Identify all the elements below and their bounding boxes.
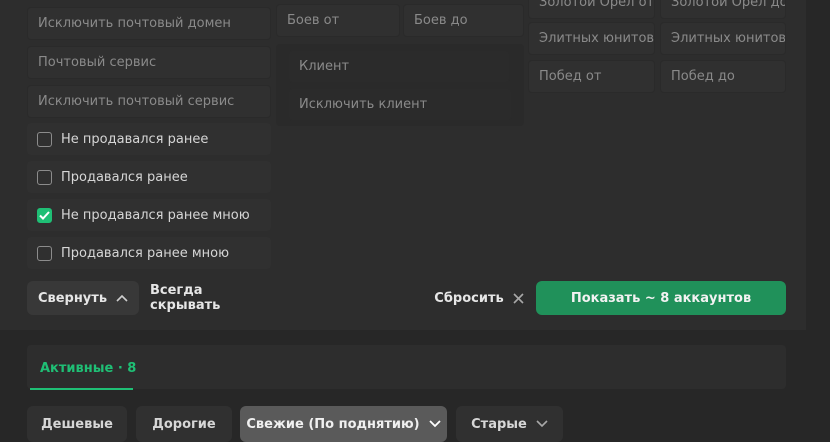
checkbox-empty-icon[interactable] [37, 245, 52, 261]
battles-from-placeholder: Боев от [287, 13, 340, 28]
close-icon [513, 292, 524, 304]
sort-expensive-button[interactable]: Дорогие [136, 406, 232, 442]
sort-expensive-label: Дорогие [152, 416, 216, 432]
exclude-mail-domain-placeholder: Исключить почтовый домен [38, 16, 231, 31]
golden-eagle-from-placeholder: Золотой Орел от [539, 0, 655, 10]
checkbox-empty-icon[interactable] [37, 131, 52, 147]
exclude-mail-service-placeholder: Исключить почтовый сервис [38, 94, 235, 109]
golden-eagle-to-placeholder: Золотой Орел до [671, 0, 786, 10]
tab-active[interactable]: Активные · 8 [40, 361, 136, 376]
chevron-down-icon [536, 420, 548, 428]
elite-units-to-input[interactable]: Элитных юнитов [660, 22, 786, 55]
checkbox-label: Не продавался ранее мною [61, 207, 250, 223]
golden-eagle-to-input[interactable]: Золотой Орел до [660, 0, 786, 19]
sort-cheap-label: Дешевые [41, 416, 113, 432]
checkbox-empty-icon[interactable] [37, 169, 52, 185]
always-hide-label: Всегда скрывать [150, 283, 221, 313]
chevron-down-icon [428, 420, 441, 428]
sort-fresh-button[interactable]: Свежие (По поднятию) [240, 406, 447, 442]
exclude-mail-domain-input[interactable]: Исключить почтовый домен [27, 7, 271, 40]
collapse-label: Свернуть [37, 290, 108, 306]
tab-active-label: Активные · 8 [40, 361, 137, 376]
mail-service-input[interactable]: Почтовый сервис [27, 46, 271, 79]
checkbox-label: Продавался ранее [61, 169, 188, 185]
sort-old-button[interactable]: Старые [456, 406, 563, 442]
mail-service-placeholder: Почтовый сервис [38, 55, 157, 70]
battles-to-placeholder: Боев до [414, 13, 468, 28]
filter-panel: Исключить почтовый домен Почтовый сервис… [0, 0, 806, 330]
sort-old-label: Старые [471, 416, 527, 432]
checkbox-sold-by-me[interactable]: Продавался ранее мною [27, 237, 271, 269]
sort-fresh-label: Свежие (По поднятию) [246, 416, 420, 432]
client-input[interactable]: Клиент [288, 50, 510, 83]
sort-cheap-button[interactable]: Дешевые [27, 406, 127, 442]
wins-from-input[interactable]: Побед от [528, 60, 655, 93]
exclude-client-input[interactable]: Исключить клиент [288, 88, 512, 121]
show-accounts-label: Показать ~ 8 аккаунтов [570, 290, 752, 306]
wins-to-placeholder: Побед до [671, 69, 735, 84]
checkbox-checked-icon[interactable] [37, 207, 52, 223]
show-accounts-button[interactable]: Показать ~ 8 аккаунтов [536, 281, 786, 315]
wins-to-input[interactable]: Побед до [660, 60, 786, 93]
wins-from-placeholder: Побед от [539, 69, 602, 84]
exclude-mail-service-input[interactable]: Исключить почтовый сервис [27, 85, 271, 118]
checkbox-label: Продавался ранее мною [61, 245, 230, 261]
elite-units-from-input[interactable]: Элитных юнитов [528, 22, 655, 55]
checkbox-sold-before[interactable]: Продавался ранее [27, 161, 271, 193]
checkbox-label: Не продавался ранее [61, 131, 209, 147]
reset-button[interactable]: Сбросить [434, 281, 524, 315]
checkbox-not-sold-before[interactable]: Не продавался ранее [27, 123, 271, 155]
checkbox-not-sold-by-me[interactable]: Не продавался ранее мною [27, 199, 271, 231]
tab-active-underline [30, 388, 133, 390]
elite-units-from-placeholder: Элитных юнитов [539, 31, 655, 46]
chevron-up-icon [116, 294, 128, 302]
golden-eagle-from-input[interactable]: Золотой Орел от [528, 0, 655, 19]
battles-from-input[interactable]: Боев от [276, 4, 400, 37]
client-placeholder: Клиент [299, 59, 350, 74]
always-hide-button[interactable]: Всегда скрывать [150, 281, 266, 315]
reset-label: Сбросить [434, 290, 504, 306]
battles-to-input[interactable]: Боев до [403, 4, 524, 37]
elite-units-to-placeholder: Элитных юнитов [671, 31, 786, 46]
tab-bar: Активные · 8 [27, 345, 786, 390]
collapse-button[interactable]: Свернуть [27, 281, 139, 315]
exclude-client-placeholder: Исключить клиент [299, 97, 428, 112]
